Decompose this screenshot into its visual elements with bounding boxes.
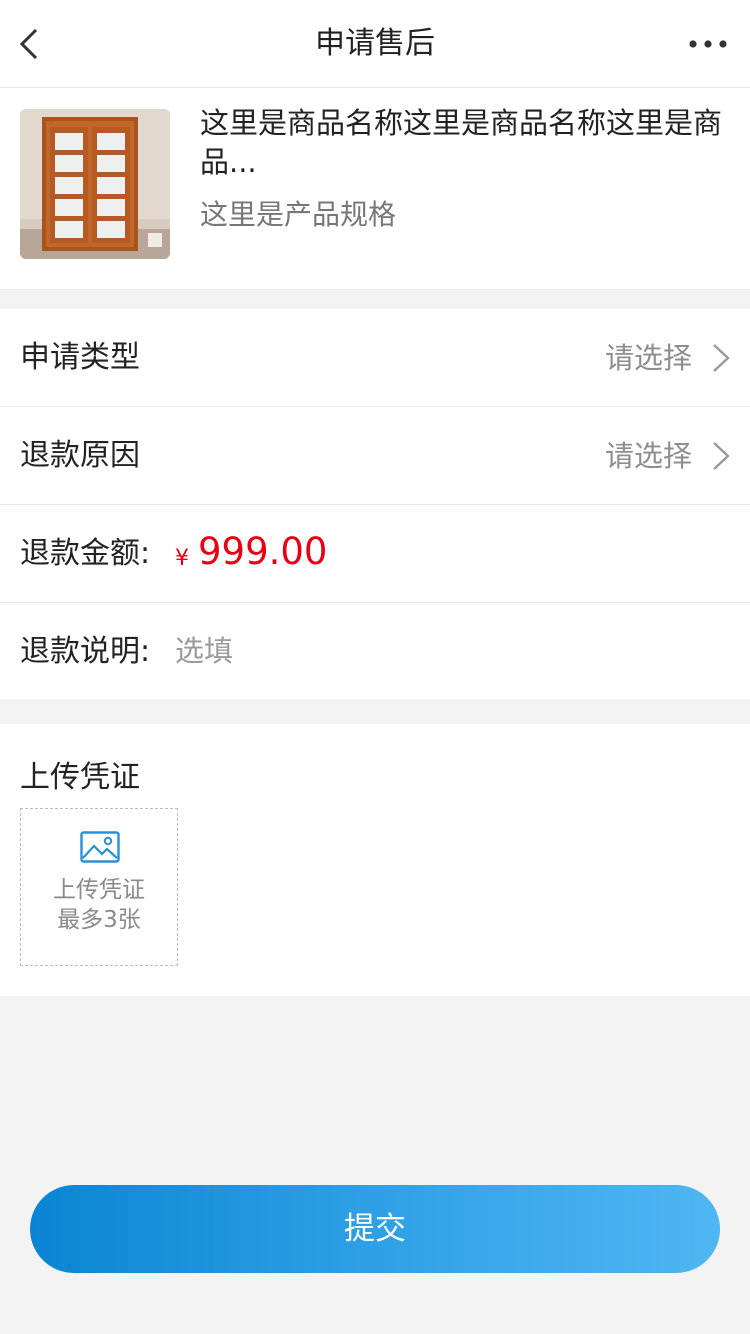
upload-heading: 上传凭证 [20, 760, 140, 795]
apply-type-row[interactable]: 申请类型 请选择 [0, 309, 750, 407]
more-dots-icon [689, 40, 727, 48]
refund-note-input[interactable] [175, 603, 715, 699]
upload-button[interactable]: 上传凭证 最多3张 [20, 808, 178, 966]
refund-amount-label: 退款金额: [20, 536, 151, 571]
refund-reason-row[interactable]: 退款原因 请选择 [0, 407, 750, 505]
apply-type-value: 请选择 [604, 341, 692, 375]
nav-bar: 申请售后 [0, 0, 750, 88]
upload-box-limit: 最多3张 [57, 907, 141, 933]
upload-box-title: 上传凭证 [53, 877, 145, 903]
image-icon [80, 831, 120, 863]
refund-amount-row: 退款金额: ¥ 999.00 [0, 505, 750, 603]
refund-note-label: 退款说明: [20, 634, 151, 669]
chevron-right-icon [713, 442, 730, 470]
upload-section: 上传凭证 上传凭证 最多3张 [0, 724, 750, 996]
product-image [20, 109, 170, 259]
currency-symbol: ¥ [175, 546, 189, 571]
apply-type-label: 申请类型 [20, 340, 140, 375]
refund-amount-value: 999.00 [198, 530, 328, 573]
refund-form: 申请类型 请选择 退款原因 请选择 退款金额: ¥ 999.00 退款说明: [0, 309, 750, 699]
page-title: 申请售后 [315, 26, 435, 61]
more-button[interactable] [688, 28, 728, 60]
product-card: 这里是商品名称这里是商品名称这里是商品... 这里是产品规格 [0, 88, 750, 289]
product-name: 这里是商品名称这里是商品名称这里是商品... [200, 106, 723, 179]
product-spec: 这里是产品规格 [200, 198, 397, 231]
refund-reason-value: 请选择 [604, 439, 692, 473]
refund-reason-label: 退款原因 [20, 438, 140, 473]
chevron-right-icon [713, 344, 730, 372]
submit-button[interactable]: 提交 [30, 1185, 720, 1273]
refund-note-row: 退款说明: [0, 603, 750, 699]
